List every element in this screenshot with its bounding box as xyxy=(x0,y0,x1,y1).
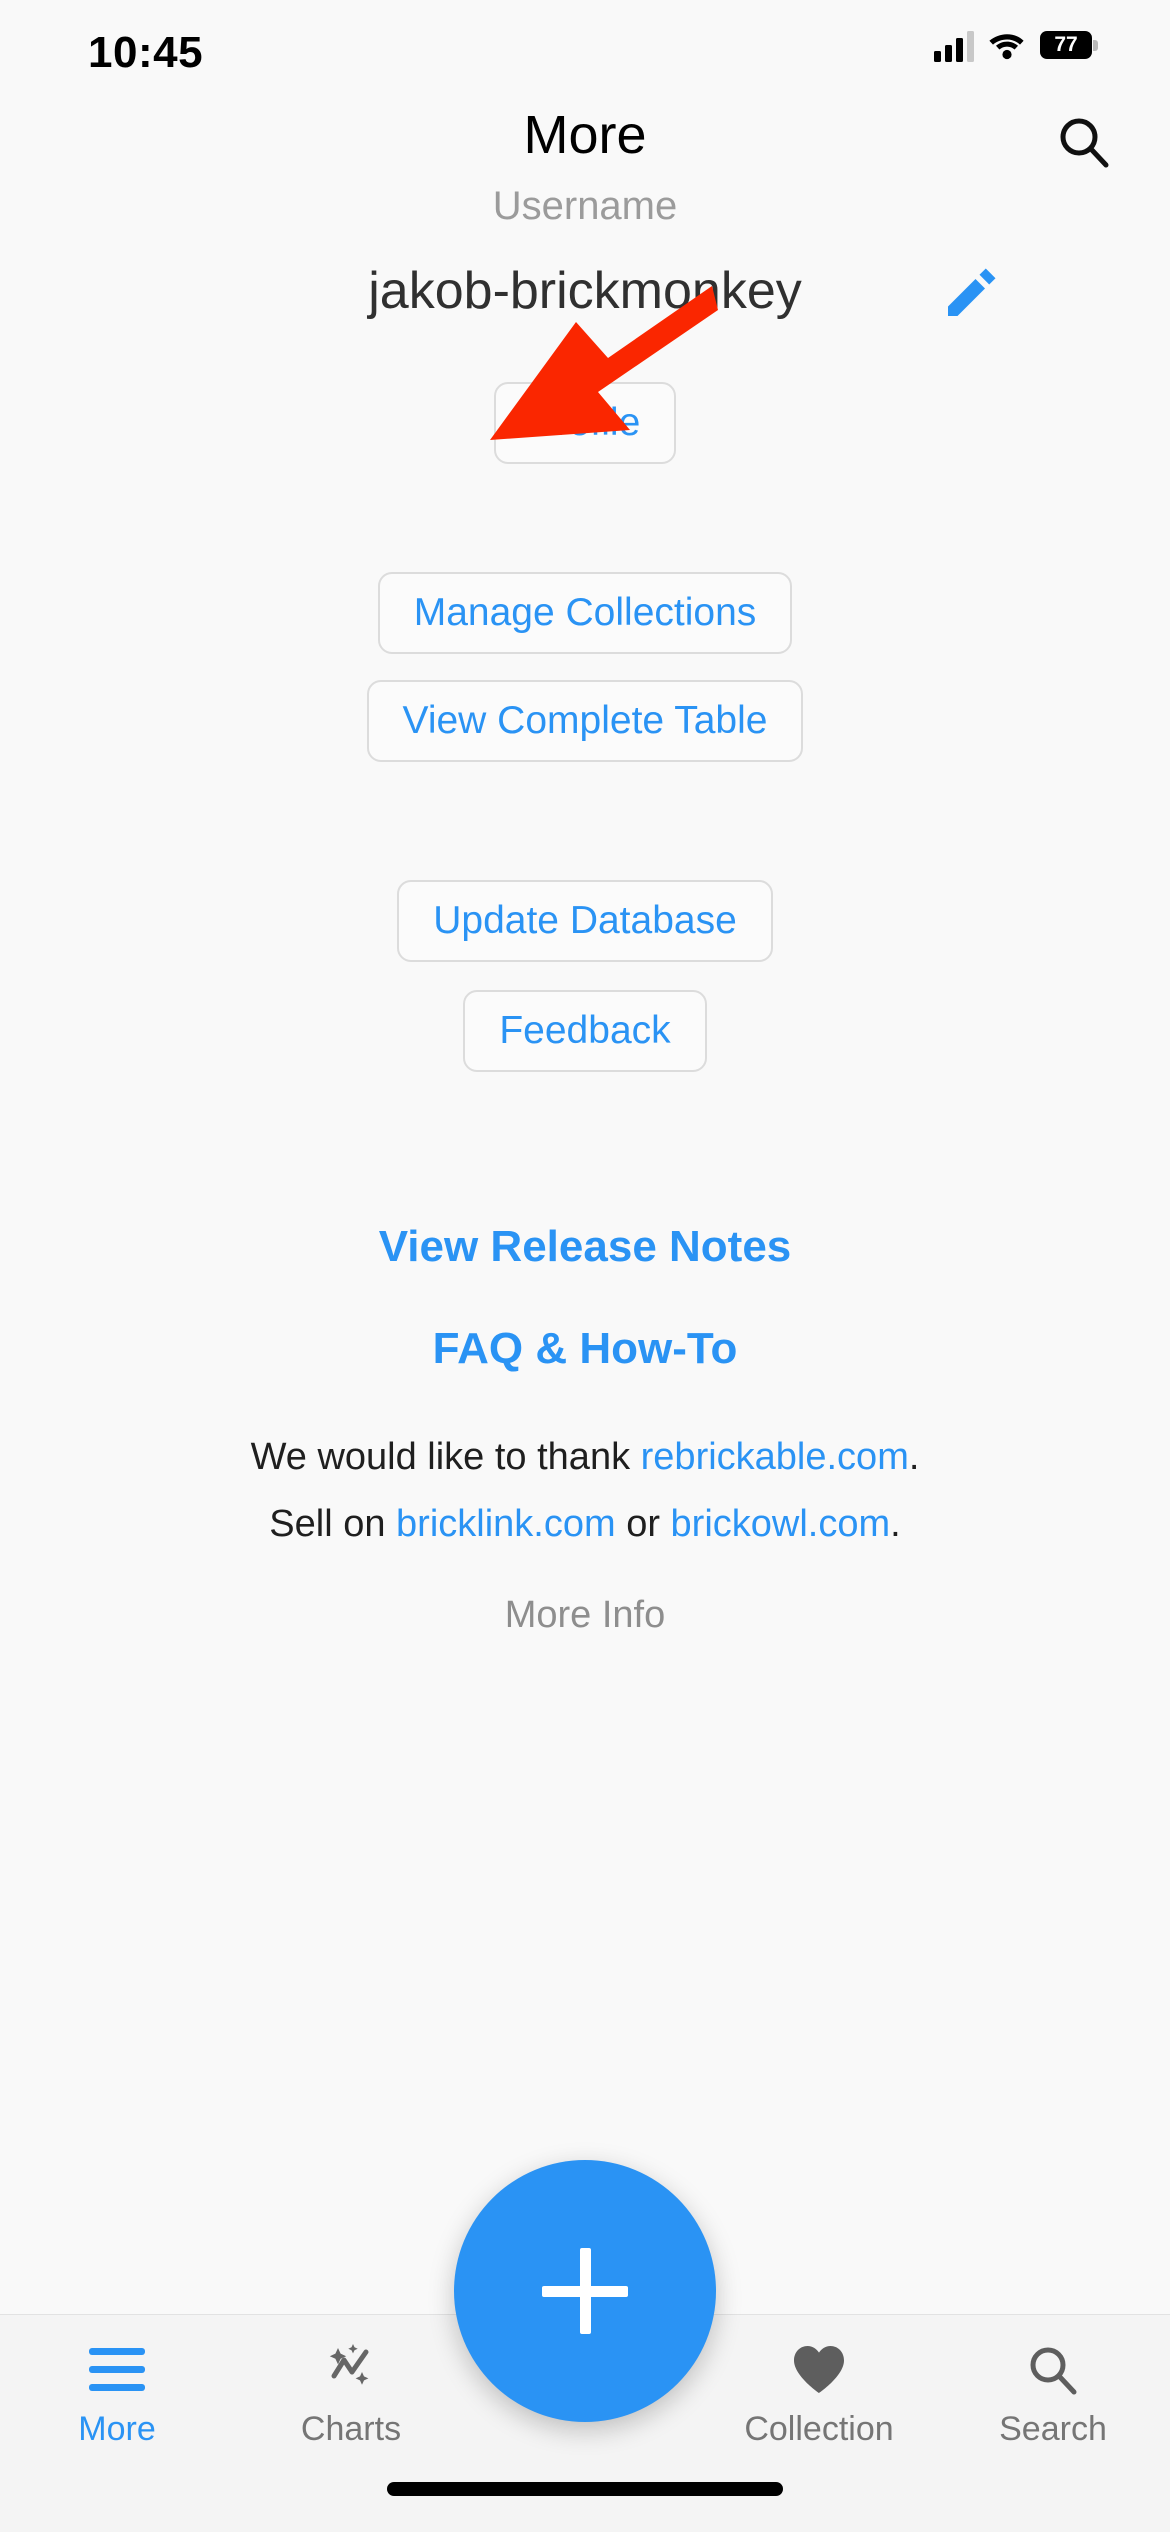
view-complete-table-row: View Complete Table xyxy=(0,654,1170,762)
sell-middle-text: or xyxy=(615,1503,671,1545)
hamburger-menu-icon xyxy=(89,2342,145,2398)
rebrickable-link[interactable]: rebrickable.com xyxy=(641,1436,909,1478)
sell-suffix-text: . xyxy=(890,1503,901,1545)
cellular-signal-icon xyxy=(934,30,974,62)
plus-icon-vertical xyxy=(579,2248,591,2334)
page-title: More xyxy=(523,105,647,165)
tab-search[interactable]: Search xyxy=(936,2315,1170,2475)
tab-more[interactable]: More xyxy=(0,2315,234,2475)
brickowl-link[interactable]: brickowl.com xyxy=(671,1503,891,1545)
view-release-notes-link[interactable]: View Release Notes xyxy=(0,1222,1170,1272)
add-button[interactable] xyxy=(454,2160,716,2422)
home-indicator xyxy=(387,2482,783,2496)
search-icon xyxy=(1026,2342,1080,2398)
sparkle-chart-icon xyxy=(322,2342,380,2398)
bricklink-link[interactable]: bricklink.com xyxy=(396,1503,616,1545)
wifi-icon xyxy=(988,31,1026,61)
edit-username-button[interactable] xyxy=(940,262,1000,322)
app-screen: 10:45 77 More Username jakob-brickmonkey… xyxy=(0,0,1170,2532)
update-database-row: Update Database xyxy=(0,762,1170,962)
main-content: Username jakob-brickmonkey Profile Manag… xyxy=(0,186,1170,1637)
tab-more-label: More xyxy=(78,2409,156,2448)
sell-prefix-text: Sell on xyxy=(269,1503,397,1545)
tab-collection[interactable]: Collection xyxy=(702,2315,936,2475)
username-row: jakob-brickmonkey xyxy=(0,248,1170,334)
feedback-button[interactable]: Feedback xyxy=(463,990,707,1072)
credit-prefix-text: We would like to thank xyxy=(250,1436,641,1478)
tab-charts-label: Charts xyxy=(300,2409,402,2448)
username-label: Username xyxy=(492,184,678,228)
tab-search-label: Search xyxy=(999,2409,1107,2448)
feedback-row: Feedback xyxy=(0,962,1170,1072)
profile-button-row: Profile xyxy=(0,334,1170,464)
battery-icon: 77 xyxy=(1040,31,1098,61)
credit-line-sell: Sell on bricklink.com or brickowl.com. xyxy=(0,1503,1170,1546)
credit-line-rebrickable: We would like to thank rebrickable.com. xyxy=(0,1436,1170,1479)
page-header: More xyxy=(0,96,1170,186)
status-bar-indicators: 77 xyxy=(934,30,1098,62)
status-bar: 10:45 77 xyxy=(0,0,1170,100)
status-bar-time: 10:45 xyxy=(88,28,204,77)
manage-collections-row: Manage Collections xyxy=(0,464,1170,654)
update-database-button[interactable]: Update Database xyxy=(397,880,773,962)
heart-icon xyxy=(790,2342,848,2398)
more-info-link[interactable]: More Info xyxy=(0,1594,1170,1637)
pencil-icon xyxy=(948,268,996,316)
header-search-button[interactable] xyxy=(1050,108,1118,176)
credit-suffix-text: . xyxy=(908,1436,920,1478)
faq-how-to-link[interactable]: FAQ & How-To xyxy=(0,1324,1170,1374)
manage-collections-button[interactable]: Manage Collections xyxy=(377,572,793,654)
tab-collection-label: Collection xyxy=(744,2409,894,2448)
search-icon xyxy=(1060,118,1109,168)
tab-charts[interactable]: Charts xyxy=(234,2315,468,2475)
profile-button[interactable]: Profile xyxy=(493,382,677,464)
battery-percent-label: 77 xyxy=(1054,33,1078,56)
view-complete-table-button[interactable]: View Complete Table xyxy=(366,680,804,762)
